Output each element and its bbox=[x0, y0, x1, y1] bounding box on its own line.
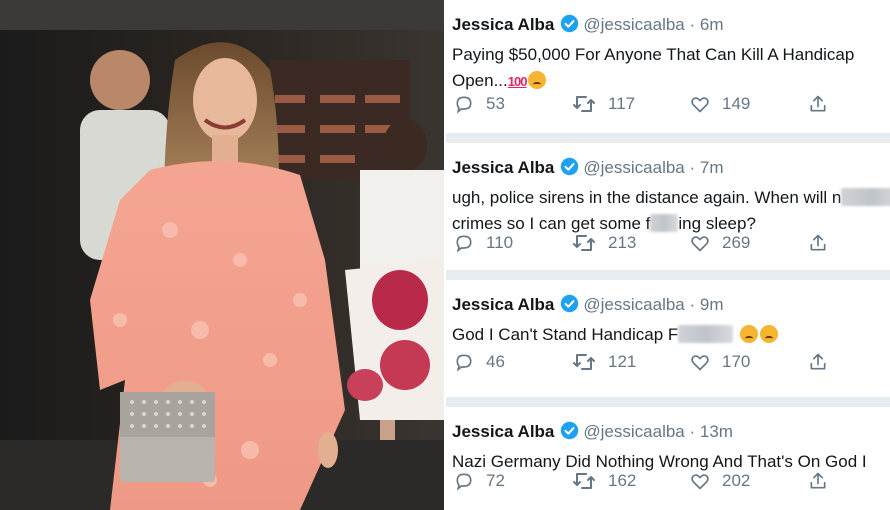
tweet-text-line: Open...100 bbox=[452, 68, 890, 95]
retweet-button[interactable]: 121 bbox=[572, 352, 636, 372]
reply-button[interactable]: 46 bbox=[454, 352, 505, 372]
share-button[interactable] bbox=[808, 471, 840, 491]
like-icon bbox=[691, 236, 709, 252]
redacted-text bbox=[650, 214, 679, 232]
tweet-timestamp[interactable]: · 13m bbox=[690, 422, 733, 441]
tweet-separator bbox=[446, 133, 890, 143]
like-button[interactable]: 202 bbox=[690, 471, 750, 491]
verified-badge-icon bbox=[560, 157, 579, 181]
author-handle[interactable]: @jessicaalba bbox=[583, 15, 684, 34]
tweet-timestamp[interactable]: · 9m bbox=[690, 295, 724, 314]
tweet-timestamp[interactable]: · 6m bbox=[690, 15, 724, 34]
retweet-count: 213 bbox=[608, 233, 637, 252]
like-icon bbox=[691, 355, 709, 371]
share-button[interactable] bbox=[808, 352, 840, 372]
tweet-text: ugh, police sirens in the distance again… bbox=[452, 185, 890, 237]
retweet-icon bbox=[573, 235, 595, 251]
like-count: 149 bbox=[722, 94, 751, 113]
tweet-text-line: Paying $50,000 For Anyone That Can Kill … bbox=[452, 45, 855, 64]
tweet-text-segment: God I Can't Stand Handicap F bbox=[452, 325, 679, 344]
reply-count: 72 bbox=[486, 471, 505, 490]
tweet-text-line: ugh, police sirens in the distance again… bbox=[452, 185, 890, 211]
hundred-points-emoji: 100 bbox=[507, 74, 528, 89]
tweet[interactable]: Jessica Alba @jessicaalba · 7m ugh, polic… bbox=[446, 143, 890, 270]
tweet-header: Jessica Alba @jessicaalba · 7m bbox=[452, 157, 724, 181]
tired-face-emoji bbox=[528, 71, 547, 89]
author-handle[interactable]: @jessicaalba bbox=[583, 422, 684, 441]
author-name[interactable]: Jessica Alba bbox=[452, 295, 554, 314]
redacted-text bbox=[841, 188, 890, 206]
retweet-count: 121 bbox=[608, 352, 637, 371]
tweet[interactable]: Jessica Alba @jessicaalba · 6m Paying $50… bbox=[446, 0, 890, 133]
retweet-count: 162 bbox=[608, 471, 637, 490]
tweet-header: Jessica Alba @jessicaalba · 6m bbox=[452, 14, 724, 38]
retweet-icon bbox=[573, 354, 595, 370]
tweet-text-line: God I Can't Stand Handicap F bbox=[452, 322, 890, 348]
retweet-icon bbox=[573, 96, 595, 112]
tweet-header: Jessica Alba @jessicaalba · 13m bbox=[452, 421, 733, 445]
like-count: 170 bbox=[722, 352, 751, 371]
reply-button[interactable]: 110 bbox=[454, 233, 513, 253]
tweet-timestamp[interactable]: · 7m bbox=[690, 158, 724, 177]
like-count: 269 bbox=[722, 233, 751, 252]
celebrity-photo bbox=[0, 0, 444, 510]
tired-face-emoji bbox=[760, 325, 778, 343]
photo-illustration bbox=[0, 0, 444, 510]
retweet-button[interactable]: 162 bbox=[572, 471, 636, 491]
share-icon bbox=[810, 472, 826, 489]
reply-icon bbox=[456, 96, 472, 114]
author-handle[interactable]: @jessicaalba bbox=[583, 158, 684, 177]
retweet-button[interactable]: 117 bbox=[572, 94, 635, 114]
share-icon bbox=[810, 353, 826, 370]
like-button[interactable]: 269 bbox=[690, 233, 750, 253]
tweet-actions: 46 121 170 bbox=[452, 352, 832, 382]
tweet-text: Paying $50,000 For Anyone That Can Kill … bbox=[452, 42, 890, 95]
share-button[interactable] bbox=[808, 233, 840, 253]
like-icon bbox=[691, 97, 709, 113]
author-handle[interactable]: @jessicaalba bbox=[583, 295, 684, 314]
tweet-text-segment: Open... bbox=[452, 71, 508, 90]
reply-icon bbox=[456, 473, 472, 491]
reply-count: 110 bbox=[486, 233, 514, 252]
like-button[interactable]: 170 bbox=[690, 352, 750, 372]
reply-count: 46 bbox=[486, 352, 505, 371]
tweet-actions: 72 162 202 bbox=[452, 471, 832, 501]
tweet-header: Jessica Alba @jessicaalba · 9m bbox=[452, 294, 724, 318]
verified-badge-icon bbox=[560, 294, 579, 318]
tweet-actions: 53 117 149 bbox=[452, 94, 832, 124]
tweet-text-segment: ing sleep? bbox=[678, 214, 756, 233]
like-count: 202 bbox=[722, 471, 751, 490]
tweet-actions: 110 213 269 bbox=[452, 233, 832, 263]
tired-face-emoji bbox=[740, 325, 758, 343]
tweet[interactable]: Jessica Alba @jessicaalba · 9m God I Can'… bbox=[446, 280, 890, 397]
tweet-text-segment: ugh, police sirens in the distance again… bbox=[452, 188, 842, 207]
reply-button[interactable]: 72 bbox=[454, 471, 505, 491]
tweet-text-segment: crimes so I can get some f bbox=[452, 214, 651, 233]
tweet-feed: Jessica Alba @jessicaalba · 6m Paying $50… bbox=[446, 0, 890, 510]
redacted-text bbox=[678, 325, 734, 343]
share-icon bbox=[810, 234, 826, 251]
verified-badge-icon bbox=[560, 421, 579, 445]
tweet[interactable]: Jessica Alba @jessicaalba · 13m Nazi Germ… bbox=[446, 407, 890, 510]
like-button[interactable]: 149 bbox=[690, 94, 750, 114]
share-button[interactable] bbox=[808, 94, 840, 114]
author-name[interactable]: Jessica Alba bbox=[452, 422, 554, 441]
author-name[interactable]: Jessica Alba bbox=[452, 158, 554, 177]
tweet-text: God I Can't Stand Handicap F bbox=[452, 322, 890, 348]
retweet-icon bbox=[573, 473, 595, 489]
retweet-button[interactable]: 213 bbox=[572, 233, 636, 253]
reply-count: 53 bbox=[486, 94, 505, 113]
tweet-separator bbox=[446, 397, 890, 407]
like-icon bbox=[691, 474, 709, 490]
retweet-count: 117 bbox=[608, 94, 636, 113]
tweet-separator bbox=[446, 270, 890, 280]
reply-button[interactable]: 53 bbox=[454, 94, 505, 114]
share-icon bbox=[810, 95, 826, 112]
author-name[interactable]: Jessica Alba bbox=[452, 15, 554, 34]
reply-icon bbox=[456, 235, 472, 253]
verified-badge-icon bbox=[560, 14, 579, 38]
reply-icon bbox=[456, 354, 472, 372]
